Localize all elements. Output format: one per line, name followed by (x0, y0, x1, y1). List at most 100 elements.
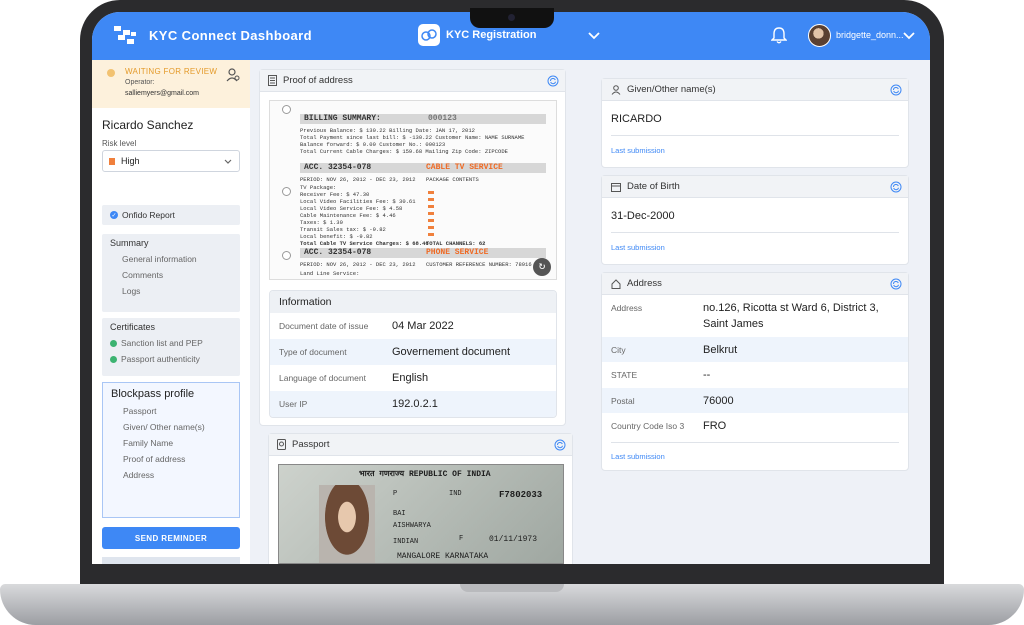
divider (611, 135, 899, 136)
sync-icon[interactable] (554, 439, 566, 451)
sync-icon[interactable] (547, 75, 559, 87)
operator-label: Operator: (125, 79, 155, 86)
username[interactable]: bridgette_donn... (836, 30, 904, 40)
billing-row: Total Current Cable Charges: $ 159.68 Ma… (300, 148, 508, 155)
info-row-date-of-issue: Document date of issue 04 Mar 2022 (270, 313, 556, 339)
info-label: Type of document (279, 347, 347, 357)
nav-passport-authenticity[interactable]: Passport authenticity (102, 351, 240, 367)
address-row-postal: Postal 76000 (602, 388, 908, 413)
summary-title: Summary (110, 238, 149, 248)
bell-icon[interactable] (771, 26, 787, 44)
address-row-address: Address no.126, Ricotta st Ward 6, Distri… (602, 295, 908, 337)
cable-row: Local benefit: $ -9.82 (300, 233, 373, 240)
period-label: PERIOD: NOV 26, 2012 - DEC 23, 2012 (300, 176, 416, 183)
last-submission-link[interactable]: Last submission (611, 243, 665, 252)
address-label: City (611, 345, 626, 355)
billing-row: Previous Balance: $ 130.22 Billing Date:… (300, 127, 475, 134)
hourglass-icon (107, 69, 115, 77)
onfido-report-group[interactable]: ✓ Onfido Report (102, 205, 240, 225)
land-line-label: Land Line Service: (300, 270, 360, 277)
nav-address[interactable]: Address (103, 467, 239, 483)
passport-place: MANGALORE KARNATAKA (397, 552, 489, 561)
passport-icon (277, 439, 286, 450)
user-icon (611, 84, 621, 95)
billing-row: Balance forward: $ 0.00 Customer No.: 00… (300, 141, 446, 148)
certificates-group: Certificates Sanction list and PEP Passp… (102, 318, 240, 376)
chevron-down-icon[interactable] (587, 28, 601, 42)
last-submission-link[interactable]: Last submission (611, 452, 665, 461)
chevron-down-icon[interactable] (902, 28, 916, 42)
summary-group: Summary General information Comments Log… (102, 234, 240, 312)
nav-given-name[interactable]: Given/ Other name(s) (103, 419, 239, 435)
last-submission-link[interactable]: Last submission (611, 146, 665, 155)
cable-total-row: Total Cable TV Service Charges: $ 68.46 (300, 240, 429, 247)
address-value: 76000 (703, 395, 734, 407)
sidebar: WAITING FOR REVIEW Operator: salliemyers… (92, 60, 250, 564)
info-label: User IP (279, 399, 308, 409)
phone-service-title: PHONE SERVICE (426, 248, 489, 257)
passport-number: F7802033 (499, 490, 543, 500)
nav-comments[interactable]: Comments (102, 267, 240, 283)
address-label: Country Code Iso 3 (611, 421, 685, 431)
passport-nationality: INDIAN (393, 538, 419, 546)
nav-passport[interactable]: Passport (103, 403, 239, 419)
passport-header: Passport (269, 434, 572, 456)
info-label: Document date of issue (279, 321, 369, 331)
status-ok-icon (110, 339, 117, 347)
date-of-birth-title: Date of Birth (627, 181, 680, 192)
given-name-card: Given/Other name(s) RICARDO Last submiss… (601, 78, 909, 168)
applicant-name: Ricardo Sanchez (102, 118, 194, 132)
info-value: 192.0.2.1 (392, 398, 438, 410)
onfido-report-link[interactable]: Onfido Report (122, 210, 175, 220)
proof-of-address-document-image[interactable]: BILLING SUMMARY: 000123 Previous Balance… (269, 100, 557, 280)
sync-icon[interactable] (890, 278, 902, 290)
cable-tv-band: ACC. 32354-078 CABLE TV SERVICE (300, 163, 546, 173)
proof-of-address-title: Proof of address (283, 75, 353, 86)
address-label: Postal (611, 396, 635, 406)
module-label: KYC Registration (446, 29, 537, 41)
nav-general-information[interactable]: General information (102, 251, 240, 267)
information-panel: Information Document date of issue 04 Mar… (269, 290, 557, 418)
passport-title: Passport (292, 439, 330, 450)
check-circle-icon: ✓ (110, 211, 118, 219)
avatar[interactable] (808, 24, 831, 47)
passport-image[interactable]: भारत गणराज्य REPUBLIC OF INDIA P IND F78… (278, 464, 564, 564)
address-label: Address (611, 303, 643, 313)
divider (611, 442, 899, 443)
customer-reference-label: CUSTOMER REFERENCE NUMBER: 78916 (426, 261, 532, 268)
given-name-title: Given/Other name(s) (627, 84, 716, 95)
address-row-city: City Belkrut (602, 337, 908, 362)
passport-header-text: भारत गणराज्य REPUBLIC OF INDIA (359, 470, 491, 479)
review-status-box: WAITING FOR REVIEW Operator: salliemyers… (92, 60, 250, 108)
cable-row: Cable Maintenance Fee: $ 4.46 (300, 212, 396, 219)
sync-icon[interactable] (890, 181, 902, 193)
billing-summary-band: BILLING SUMMARY: 000123 (300, 114, 546, 124)
camera-notch (470, 8, 554, 28)
info-label: Language of document (279, 373, 366, 383)
chevron-down-icon (224, 159, 232, 164)
page-select-radio[interactable] (282, 251, 291, 260)
billing-row: Total Payment since last bill: $ -130.22… (300, 134, 525, 141)
nav-family-name[interactable]: Family Name (103, 435, 239, 451)
address-row-state: STATE -- (602, 362, 908, 388)
passport-photo (319, 485, 375, 563)
send-reminder-button[interactable]: SEND REMINDER (102, 527, 240, 549)
page-select-radio[interactable] (282, 105, 291, 114)
blockpass-profile-title: Blockpass profile (111, 388, 195, 400)
nav-logs[interactable]: Logs (102, 283, 240, 299)
rotate-icon[interactable]: ↻ (533, 258, 551, 276)
sync-icon[interactable] (890, 84, 902, 96)
information-title: Information (270, 291, 556, 313)
passport-code: IND (449, 490, 462, 498)
blockpass-profile-group: Blockpass profile Passport Given/ Other … (102, 382, 240, 518)
assign-user-icon[interactable] (226, 68, 240, 82)
laptop-base-notch (460, 584, 564, 592)
risk-level-select[interactable]: High (102, 150, 240, 172)
total-channels-text: TOTAL CHANNELS: (426, 240, 476, 247)
address-value: FRO (703, 420, 727, 432)
cable-row: Local Video Service Fee: $ 4.58 (300, 205, 403, 212)
page-select-radio[interactable] (282, 187, 291, 196)
nav-proof-of-address[interactable]: Proof of address (103, 451, 239, 467)
nav-sanction-list[interactable]: Sanction list and PEP (102, 335, 240, 351)
divider (611, 232, 899, 233)
